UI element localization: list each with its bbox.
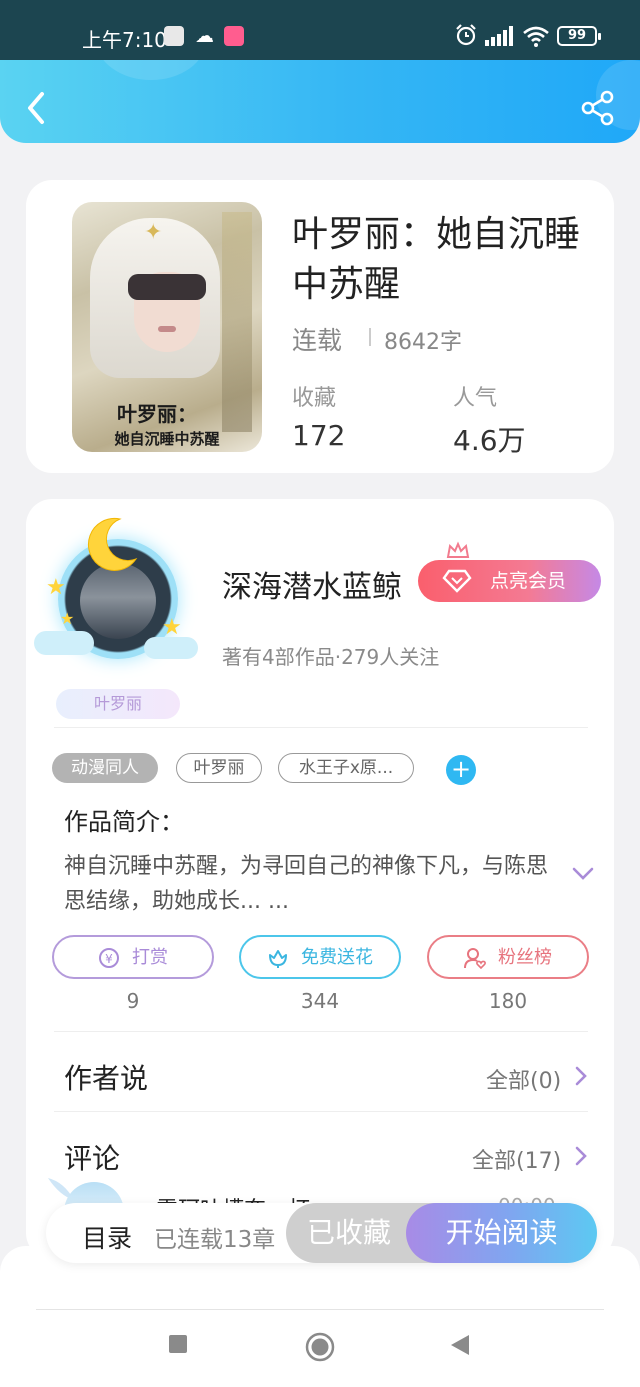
book-title: 叶罗丽：她自沉睡中苏醒 xyxy=(292,214,581,305)
fan-count: 180 xyxy=(488,989,528,1013)
battery-icon: 99 xyxy=(557,26,601,46)
divider xyxy=(54,1031,588,1032)
recent-apps-icon[interactable] xyxy=(168,1334,188,1354)
tag-topic[interactable]: 叶罗丽 xyxy=(176,753,262,783)
vip-label: 点亮会员 xyxy=(490,570,567,592)
svg-text:¥: ¥ xyxy=(105,952,113,966)
bottom-bar xyxy=(0,1246,640,1387)
reward-label: 打赏 xyxy=(132,947,168,968)
cloud-icon: ☁ xyxy=(195,25,214,47)
cover-art xyxy=(158,326,176,332)
crown-icon xyxy=(446,541,470,558)
star-icon: ★ xyxy=(60,609,75,628)
reward-button[interactable]: ¥ 打赏 xyxy=(52,935,214,979)
divider xyxy=(54,727,588,728)
chevron-right-icon[interactable] xyxy=(574,1065,588,1087)
cloud-decor xyxy=(144,637,198,659)
popularity-count: 4.6万 xyxy=(453,424,526,457)
start-reading-button[interactable]: 开始阅读 xyxy=(406,1203,597,1263)
cover-title-line1: 叶罗丽： xyxy=(117,402,197,426)
word-count: 8642字 xyxy=(384,330,462,355)
app-notification-icon xyxy=(224,26,244,46)
tag-pairing[interactable]: 水王子x原... xyxy=(278,753,414,783)
cover-art xyxy=(128,274,206,300)
home-icon[interactable] xyxy=(305,1332,335,1362)
book-cover[interactable]: ✦ 叶罗丽： 她自沉睡中苏醒 xyxy=(72,202,262,452)
alarm-icon xyxy=(456,24,476,46)
intro-text: 神自沉睡中苏醒，为寻回自己的神像下凡，与陈思思结缘，助她成长... ... xyxy=(64,854,549,914)
fan-ranking-label: 粉丝榜 xyxy=(498,947,552,968)
book-status: 连载 xyxy=(292,326,343,355)
back-button[interactable] xyxy=(20,88,54,128)
intro-title: 作品简介： xyxy=(64,808,184,836)
tag-category[interactable]: 动漫同人 xyxy=(52,753,158,783)
cloud-decor xyxy=(34,631,94,655)
chapter-count[interactable]: 已连载13章 xyxy=(154,1220,275,1254)
avatar-badge: 叶罗丽 xyxy=(56,689,180,719)
status-time: 上午7:10 xyxy=(82,28,167,52)
fan-ranking-button[interactable]: 粉丝榜 xyxy=(427,935,589,979)
coin-icon: ¥ xyxy=(99,948,119,968)
share-button[interactable] xyxy=(580,90,616,126)
reward-count: 9 xyxy=(126,989,140,1013)
favorites-label: 收藏 xyxy=(292,386,337,411)
notification-icon xyxy=(164,26,184,46)
divider xyxy=(54,1111,588,1112)
collected-label: 已收藏 xyxy=(306,1216,391,1249)
send-flower-button[interactable]: 免费送花 xyxy=(239,935,401,979)
user-heart-icon xyxy=(464,948,486,969)
vip-button[interactable]: 点亮会员 xyxy=(418,560,601,602)
author-says-more[interactable]: 全部(0) xyxy=(486,1063,561,1095)
flower-icon xyxy=(269,950,287,968)
cover-title-line2: 她自沉睡中苏醒 xyxy=(114,430,220,448)
diamond-icon xyxy=(442,569,472,593)
add-tag-button[interactable]: + xyxy=(446,755,476,785)
back-nav-icon[interactable] xyxy=(450,1334,470,1356)
popularity-label: 人气 xyxy=(453,386,498,411)
star-icon: ★ xyxy=(46,575,66,600)
author-meta: 著有4部作品·279人关注 xyxy=(222,645,440,669)
chevron-down-icon[interactable] xyxy=(572,867,594,881)
divider xyxy=(369,328,371,346)
signal-icon xyxy=(485,26,513,46)
chevron-right-icon[interactable] xyxy=(574,1145,588,1167)
send-flower-label: 免费送花 xyxy=(301,947,373,968)
detail-card: ★ ★ ★ 叶罗丽 深海潜水蓝鲸 点亮会员 著有4部作品·279人关注 动漫同人… xyxy=(26,499,614,1259)
star-icon: ✦ xyxy=(144,220,163,245)
author-name[interactable]: 深海潜水蓝鲸 xyxy=(222,562,402,606)
book-info-card: ✦ 叶罗丽： 她自沉睡中苏醒 叶罗丽：她自沉睡中苏醒 连载 8642字 收藏 1… xyxy=(26,180,614,473)
divider xyxy=(36,1309,604,1310)
author-says-title: 作者说 xyxy=(64,1062,149,1095)
status-bar: 上午7:10 ☁ 99 xyxy=(0,0,640,60)
moon-icon xyxy=(87,517,138,571)
wifi-icon xyxy=(523,26,549,47)
flower-count: 344 xyxy=(300,989,340,1013)
toc-button[interactable]: 目录 xyxy=(82,1219,132,1255)
comments-more[interactable]: 全部(17) xyxy=(472,1143,561,1175)
favorites-count: 172 xyxy=(292,419,346,452)
